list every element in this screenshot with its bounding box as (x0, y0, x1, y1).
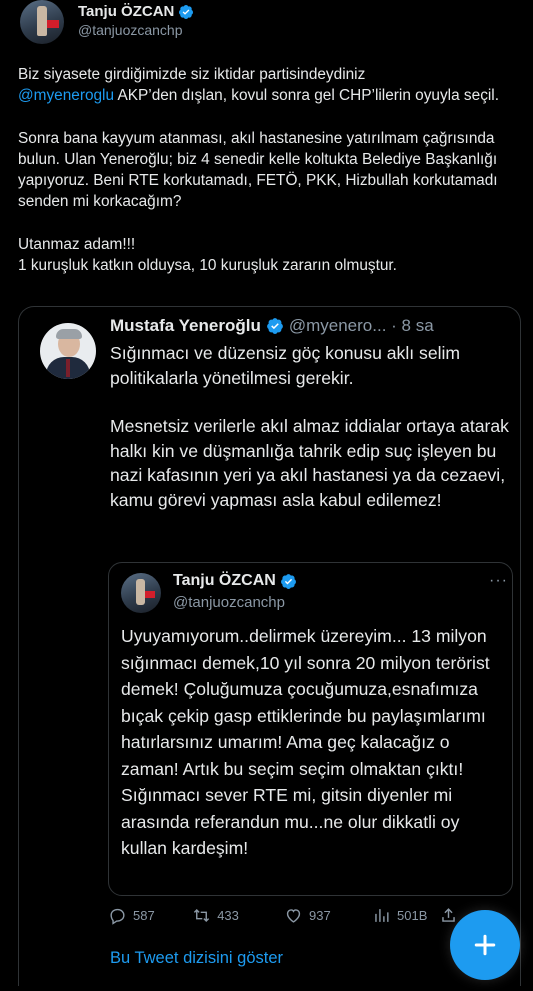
tweet-paragraph-2: Sonra bana kayyum atanması, akıl hastane… (18, 129, 498, 211)
share-button[interactable] (439, 906, 458, 925)
quoted-author-avatar[interactable] (40, 323, 96, 379)
more-options-icon[interactable]: ··· (489, 572, 508, 590)
quoted-author-name[interactable]: Mustafa Yeneroğlu (110, 316, 261, 336)
tweet-body: Biz siyasete girdiğimizde siz iktidar pa… (18, 64, 518, 276)
tweet-paragraph-1: Biz siyasete girdiğimizde siz iktidar pa… (18, 64, 518, 107)
tweet-text-segment: AKP’den dışlan, kovul sonra gel CHP’lile… (114, 87, 500, 105)
author-name-row[interactable]: Tanju ÖZCAN (78, 3, 194, 20)
author-avatar[interactable] (20, 0, 64, 44)
reply-button[interactable]: 587 (108, 906, 192, 925)
tweet-text-segment: Biz siyasete girdiğimizde siz iktidar pa… (18, 66, 366, 83)
retweet-count: 433 (217, 907, 239, 923)
tweet-paragraph-3: Utanmaz adam!!! 1 kuruşluk katkın olduysa… (18, 234, 518, 277)
tweet-text-segment: 1 kuruşluk katkın olduysa, 10 kuruşluk z… (18, 257, 397, 275)
nested-author-avatar[interactable] (121, 573, 161, 613)
quoted-author-handle-time[interactable]: @myenero... · 8 sa (289, 316, 434, 336)
nested-author-row[interactable]: Tanju ÖZCAN (173, 572, 297, 590)
show-thread-link[interactable]: Bu Tweet dizisini göster (110, 949, 283, 968)
quoted-tweet-body: Sığınmacı ve düzensiz göç konusu aklı se… (110, 341, 510, 512)
author-name[interactable]: Tanju ÖZCAN (78, 3, 174, 20)
like-button[interactable]: 937 (284, 906, 372, 925)
views-icon (375, 908, 389, 922)
reply-icon (110, 908, 125, 925)
compose-plus-icon (474, 934, 496, 956)
reply-count: 587 (133, 907, 155, 923)
nested-author-name[interactable]: Tanju ÖZCAN (173, 572, 276, 590)
quoted-author-row[interactable]: Mustafa Yeneroğlu @myenero... · 8 sa (110, 316, 434, 336)
views-count: 501B (397, 907, 428, 923)
retweet-button[interactable]: 433 (192, 906, 284, 925)
like-icon (286, 908, 301, 923)
quoted-paragraph-1: Sığınmacı ve düzensiz göç konusu aklı se… (110, 343, 461, 388)
nested-author-handle[interactable]: @tanjuozcanchp (173, 594, 285, 611)
compose-button[interactable] (450, 910, 520, 980)
verified-badge-icon (266, 318, 283, 334)
like-count: 937 (309, 907, 331, 923)
quoted-paragraph-2: Mesnetsiz verilerle akıl almaz iddialar … (110, 416, 509, 510)
views-button[interactable]: 501B (372, 906, 439, 925)
tweet-action-bar: 587 433 937 501B (108, 903, 458, 927)
tweet-text-segment: Utanmaz adam!!! (18, 235, 136, 253)
verified-badge-icon (280, 573, 296, 589)
verified-badge-icon (179, 4, 194, 19)
author-handle[interactable]: @tanjuozcanchp (78, 22, 183, 38)
nested-tweet-body: Uyuyamıyorum..delirmek üzereyim... 13 mi… (121, 626, 490, 858)
share-icon (442, 907, 455, 922)
retweet-icon (194, 908, 210, 922)
mention-link[interactable]: @myeneroglu (18, 87, 114, 104)
